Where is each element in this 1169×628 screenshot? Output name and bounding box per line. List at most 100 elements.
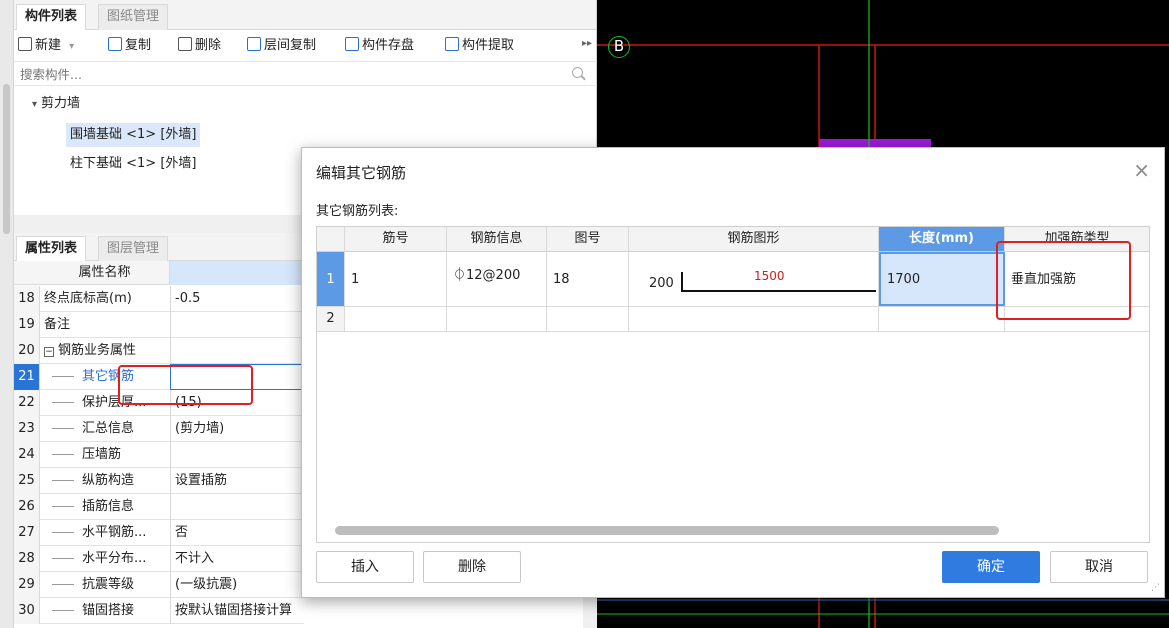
row-number: 26: [14, 494, 40, 520]
row-number[interactable]: 2: [317, 307, 345, 331]
property-row[interactable]: 23 汇总信息 (剪力墙): [14, 416, 304, 442]
delete-button[interactable]: 删除: [178, 37, 221, 55]
header-corner: [317, 227, 345, 251]
col-figure-no[interactable]: 图号: [547, 227, 629, 251]
property-row[interactable]: 24 压墙筋: [14, 442, 304, 468]
length-cell[interactable]: 1700: [879, 252, 1005, 306]
property-name: 水平分布...: [52, 546, 176, 572]
property-value[interactable]: 否: [170, 520, 304, 546]
property-value[interactable]: [170, 338, 304, 364]
dialog-title: 编辑其它钢筋: [316, 164, 407, 182]
row-number: 22: [14, 390, 40, 416]
property-name: 水平钢筋...: [52, 520, 176, 546]
figure-no-cell[interactable]: [547, 307, 629, 331]
save-component-button[interactable]: 构件存盘: [345, 37, 414, 55]
property-row[interactable]: 25 纵筋构造 设置插筋: [14, 468, 304, 494]
property-value[interactable]: 不计入: [170, 546, 304, 572]
row-number: 30: [14, 598, 40, 624]
property-value[interactable]: (一级抗震): [170, 572, 304, 598]
figure-no-cell[interactable]: 18: [547, 252, 629, 306]
property-value[interactable]: [170, 442, 304, 468]
bar-no-cell[interactable]: [345, 307, 447, 331]
property-value[interactable]: 设置插筋: [170, 468, 304, 494]
copy-button[interactable]: 复制: [108, 37, 151, 55]
property-name-header: 属性名称: [40, 261, 170, 285]
ok-button[interactable]: 确定: [942, 551, 1040, 583]
property-value[interactable]: 按默认锚固搭接计算: [170, 598, 304, 624]
property-name: 抗震等级: [52, 572, 176, 598]
col-rebar-shape[interactable]: 钢筋图形: [629, 227, 879, 251]
tree-item[interactable]: 围墙基础 <1> [外墙]: [66, 123, 201, 147]
copy-icon: [108, 37, 122, 51]
property-row[interactable]: 19 备注: [14, 312, 304, 338]
delete-row-button[interactable]: 删除: [423, 551, 521, 583]
property-row[interactable]: 18 终点底标高(m) -0.5: [14, 286, 304, 312]
tab-property-list[interactable]: 属性列表: [16, 236, 87, 261]
insert-button[interactable]: 插入: [316, 551, 414, 583]
shape-top-length: 1500: [754, 269, 785, 283]
extract-component-button[interactable]: 构件提取: [445, 37, 514, 55]
left-gutter-scrollbar[interactable]: [3, 84, 10, 234]
property-name-group: − 钢筋业务属性: [44, 343, 137, 358]
save-icon: [345, 37, 359, 51]
col-rebar-info[interactable]: 钢筋信息: [447, 227, 547, 251]
rebar-shape-cell[interactable]: [629, 307, 879, 331]
property-value[interactable]: (剪力墙): [170, 416, 304, 442]
property-name: 备注: [44, 317, 71, 332]
property-row[interactable]: 29 抗震等级 (一级抗震): [14, 572, 304, 598]
col-length[interactable]: 长度(mm): [879, 227, 1005, 251]
shape-horizontal-segment: [681, 290, 876, 292]
new-file-icon: [18, 37, 32, 51]
property-row[interactable]: 28 水平分布... 不计入: [14, 546, 304, 572]
bar-no-cell[interactable]: 1: [345, 252, 447, 306]
property-name: 汇总信息: [52, 416, 176, 442]
tab-drawing-manage[interactable]: 图纸管理: [98, 4, 169, 30]
rebar-list-label: 其它钢筋列表:: [316, 204, 399, 219]
rebar-shape-cell[interactable]: 200 1500: [629, 252, 879, 306]
row-number: 18: [14, 286, 40, 312]
col-bar-no[interactable]: 筋号: [345, 227, 447, 251]
property-row[interactable]: 26 插筋信息: [14, 494, 304, 520]
shape-vertical-segment: [681, 272, 683, 292]
tree-item[interactable]: 柱下基础 <1> [外墙]: [70, 152, 196, 176]
dropdown-arrow-icon[interactable]: ▾: [69, 41, 74, 52]
property-value-header: [170, 261, 304, 285]
property-name: 压墙筋: [52, 442, 176, 468]
search-input[interactable]: [18, 65, 558, 83]
row-number: 27: [14, 520, 40, 546]
tab-component-list[interactable]: 构件列表: [16, 4, 87, 30]
floor-copy-icon: [247, 37, 261, 51]
property-value[interactable]: -0.5: [170, 286, 304, 312]
search-icon[interactable]: [572, 67, 583, 78]
more-icon[interactable]: ▸▸: [582, 38, 592, 49]
property-row[interactable]: 20 − 钢筋业务属性: [14, 338, 304, 364]
collapse-icon[interactable]: −: [44, 347, 54, 357]
rebar-info-cell[interactable]: [447, 307, 547, 331]
new-button[interactable]: 新建 ▾: [18, 37, 74, 55]
cad-highlight-block: [819, 139, 931, 147]
grid-horizontal-scrollbar[interactable]: [335, 526, 999, 535]
property-row[interactable]: 30 锚固搭接 按默认锚固搭接计算: [14, 598, 304, 624]
floor-copy-button[interactable]: 层间复制: [247, 37, 316, 55]
tab-layer-manage[interactable]: 图层管理: [98, 236, 169, 261]
row-number: 21: [14, 364, 40, 390]
row-number[interactable]: 1: [317, 252, 345, 306]
left-gutter: [0, 0, 14, 628]
rebar-info-cell[interactable]: ⏀12@200: [447, 252, 547, 306]
extract-icon: [445, 37, 459, 51]
edit-other-rebar-dialog: 编辑其它钢筋 × 其它钢筋列表: 筋号 钢筋信息 图号 钢筋图形 长度(mm) …: [301, 147, 1165, 598]
component-toolbar: 新建 ▾ 复制 删除 层间复制 构件存盘 构件提取 ▸▸: [14, 30, 597, 62]
annotation-box-strengthen-type: [996, 241, 1131, 320]
expand-arrow-icon[interactable]: ▾: [32, 99, 37, 110]
row-number: 28: [14, 546, 40, 572]
close-icon[interactable]: ×: [1133, 160, 1150, 180]
property-row[interactable]: 27 水平钢筋... 否: [14, 520, 304, 546]
resize-grip-icon[interactable]: ⋰: [1151, 583, 1160, 593]
property-name: 插筋信息: [52, 494, 176, 520]
cancel-button[interactable]: 取消: [1050, 551, 1148, 583]
property-value[interactable]: [170, 494, 304, 520]
row-number: 19: [14, 312, 40, 338]
tree-group-shear-wall[interactable]: ▾ 剪力墙: [32, 92, 80, 116]
property-value[interactable]: [170, 312, 304, 338]
length-cell[interactable]: [879, 307, 1005, 331]
